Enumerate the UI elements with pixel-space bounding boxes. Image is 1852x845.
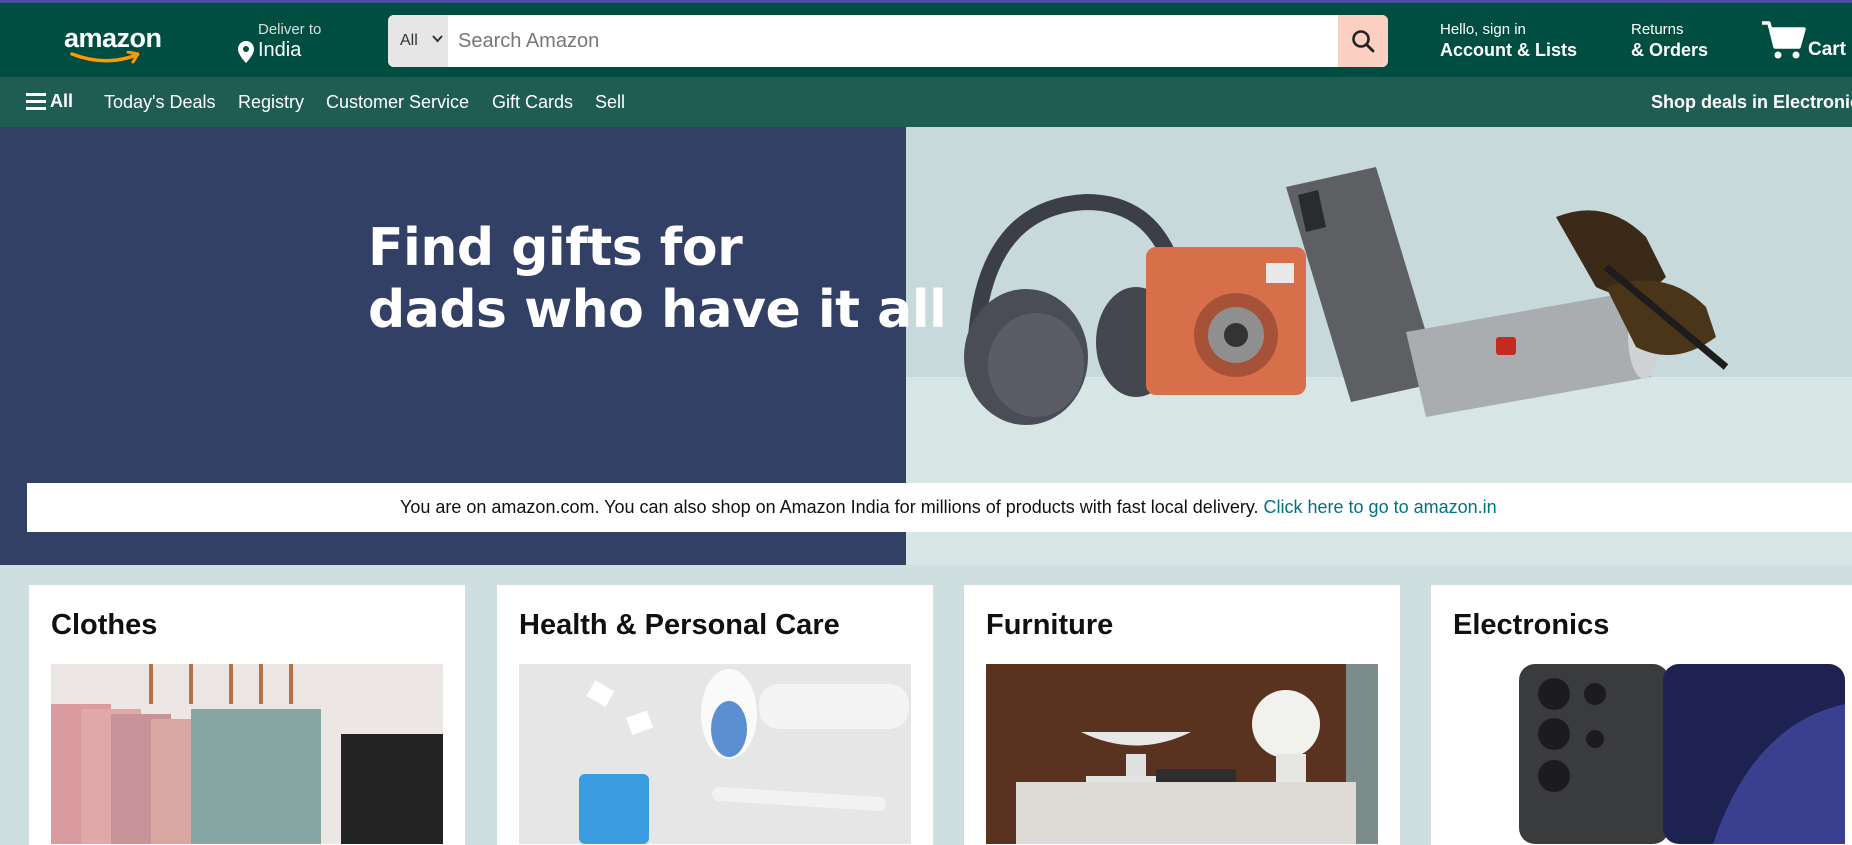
- cart-link[interactable]: Cart: [1760, 19, 1846, 66]
- amazon-logo[interactable]: amazon: [64, 23, 174, 67]
- cart-icon: [1762, 21, 1806, 59]
- smile-arrow-icon: [70, 51, 140, 64]
- nav-item-sell[interactable]: Sell: [595, 92, 625, 113]
- hero-headline: Find gifts for dads who have it all: [368, 217, 947, 341]
- all-menu-button[interactable]: All: [26, 91, 73, 112]
- nav-item-todays-deals[interactable]: Today's Deals: [104, 92, 216, 113]
- header-bar: amazon Deliver to India All Hello, sign …: [0, 3, 1852, 77]
- account-greeting: Hello, sign in: [1440, 21, 1526, 38]
- card-image-clothes: [51, 664, 443, 844]
- hero-headline-line2: dads who have it all: [368, 280, 947, 340]
- chevron-down-icon: [432, 35, 443, 43]
- location-pin-icon: [238, 41, 254, 68]
- account-lists-link[interactable]: Hello, sign in Account & Lists: [1440, 21, 1577, 61]
- card-title: Furniture: [986, 609, 1114, 641]
- hero-headline-line1: Find gifts for: [368, 218, 743, 278]
- search-category-select[interactable]: All: [388, 15, 448, 67]
- account-label: Account & Lists: [1440, 40, 1578, 60]
- amazon-in-link[interactable]: Click here to go to amazon.in: [1264, 497, 1497, 517]
- search-icon: [1352, 30, 1375, 53]
- deliver-label: Deliver to: [258, 21, 322, 38]
- card-title: Health & Personal Care: [519, 609, 840, 641]
- card-image-health: [519, 664, 911, 844]
- nav-bar: All Today's Deals Registry Customer Serv…: [0, 77, 1852, 127]
- logo-text: amazon: [64, 23, 162, 53]
- locale-notice-message: You are on amazon.com. You can also shop…: [400, 497, 1259, 517]
- card-title: Electronics: [1453, 609, 1610, 641]
- cart-label: Cart: [1808, 39, 1847, 60]
- search-input[interactable]: [450, 15, 1320, 67]
- category-card-electronics[interactable]: Electronics: [1431, 585, 1852, 845]
- all-menu-label: All: [50, 91, 74, 111]
- nav-promo-link[interactable]: Shop deals in Electronics: [1651, 92, 1852, 113]
- locale-notice-text: You are on amazon.com. You can also shop…: [400, 483, 1497, 532]
- search-button[interactable]: [1338, 15, 1388, 67]
- locale-notice: You are on amazon.com. You can also shop…: [27, 483, 1852, 532]
- search-category-label: All: [400, 32, 418, 49]
- card-image-furniture: [986, 664, 1378, 844]
- nav-item-registry[interactable]: Registry: [238, 92, 304, 113]
- card-title: Clothes: [51, 609, 158, 641]
- returns-label: Returns: [1631, 21, 1684, 38]
- returns-orders-link[interactable]: Returns & Orders: [1631, 21, 1708, 61]
- card-image-electronics: [1453, 664, 1845, 844]
- hamburger-icon: [26, 93, 46, 110]
- category-card-clothes[interactable]: Clothes: [29, 585, 465, 845]
- category-card-furniture[interactable]: Furniture: [964, 585, 1400, 845]
- category-card-health[interactable]: Health & Personal Care: [497, 585, 933, 845]
- orders-label: & Orders: [1631, 40, 1709, 60]
- deliver-location: India: [258, 39, 302, 61]
- search-bar: All: [388, 15, 1388, 67]
- nav-item-gift-cards[interactable]: Gift Cards: [492, 92, 573, 113]
- nav-item-customer-service[interactable]: Customer Service: [326, 92, 469, 113]
